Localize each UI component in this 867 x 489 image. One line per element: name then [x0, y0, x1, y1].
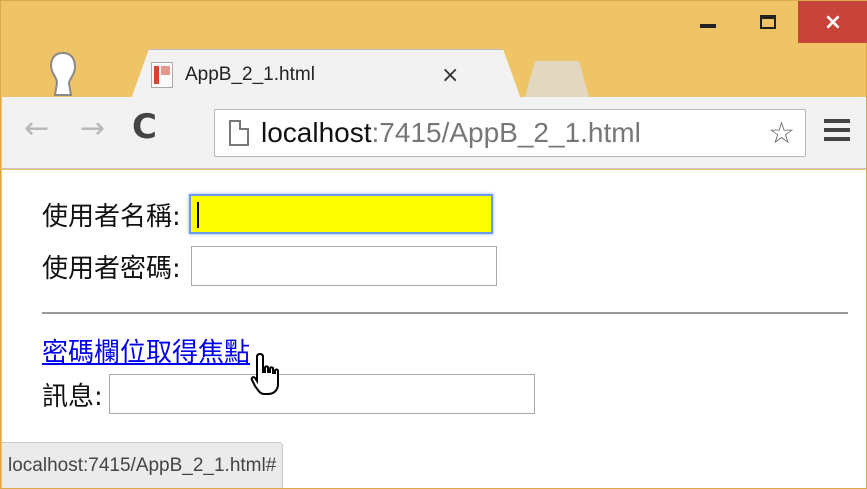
url-text[interactable]: localhost:7415/AppB_2_1.html [261, 117, 751, 149]
page-favicon-icon [151, 62, 173, 88]
reload-icon[interactable]: C [132, 107, 157, 147]
maximize-icon [760, 15, 776, 29]
maximize-button[interactable] [738, 1, 798, 43]
message-row: 訊息: [42, 374, 535, 414]
tab-content: AppB_2_1.html × [141, 53, 511, 97]
menu-icon[interactable] [824, 119, 850, 146]
message-input[interactable] [108, 374, 535, 414]
password-input[interactable] [190, 246, 497, 286]
close-icon: × [823, 9, 843, 35]
address-bar[interactable]: localhost:7415/AppB_2_1.html ☆ [214, 109, 806, 157]
username-row: 使用者名稱: [42, 194, 493, 234]
window-controls: × [678, 1, 867, 45]
page-content: 使用者名稱: 使用者密碼: 密碼欄位取得焦點 訊息: [2, 170, 866, 488]
focus-password-link[interactable]: 密碼欄位取得焦點 [42, 332, 250, 369]
hand-cursor-icon [250, 352, 279, 395]
close-window-button[interactable]: × [798, 1, 867, 43]
username-label: 使用者名稱: [42, 201, 181, 232]
password-row: 使用者密碼: [42, 246, 497, 286]
minimize-button[interactable] [678, 1, 738, 43]
message-label: 訊息: [42, 381, 103, 412]
status-bubble: localhost:7415/AppB_2_1.html# [2, 442, 284, 488]
menu-icon-bar [824, 128, 850, 132]
minimize-icon [700, 24, 716, 28]
toolbar: ← → C localhost:7415/AppB_2_1.html ☆ [2, 97, 866, 169]
menu-icon-bar [824, 137, 850, 141]
new-tab-button[interactable] [525, 61, 589, 97]
menu-icon-bar [824, 119, 850, 123]
url-path: :7415/AppB_2_1.html [371, 117, 641, 148]
forward-arrow-icon[interactable]: → [80, 111, 105, 146]
profile-icon[interactable] [45, 51, 81, 97]
back-arrow-icon[interactable]: ← [24, 111, 49, 146]
star-icon[interactable]: ☆ [768, 116, 795, 151]
tab-close-button[interactable]: × [441, 63, 459, 88]
password-label: 使用者密碼: [42, 253, 181, 284]
horizontal-divider [42, 312, 848, 314]
text-caret [196, 202, 199, 228]
browser-window: × AppB_2_1.html × ← → C localhost:7415/A… [0, 0, 867, 489]
tab-title: AppB_2_1.html [185, 64, 315, 85]
url-host: localhost [261, 117, 372, 148]
page-icon[interactable] [229, 120, 249, 146]
username-input[interactable] [188, 194, 493, 234]
